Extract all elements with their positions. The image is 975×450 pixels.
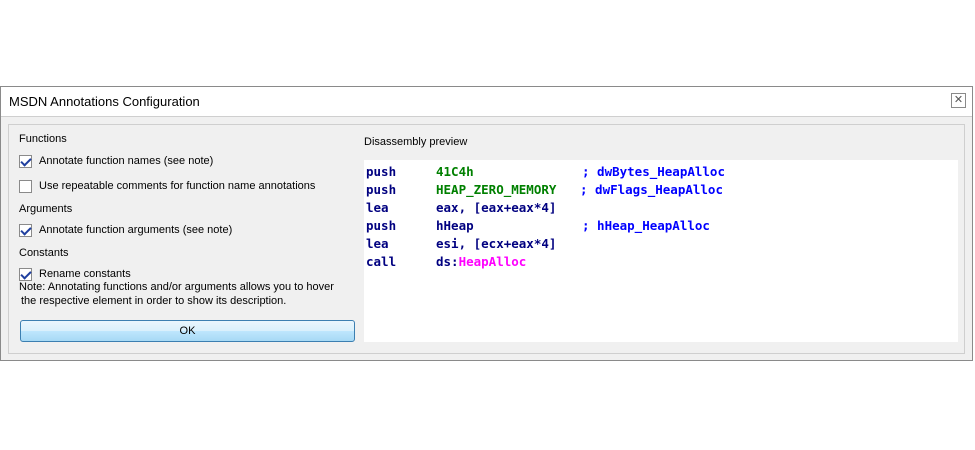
rename-constants-label: Rename constants — [39, 268, 131, 280]
close-button[interactable]: ✕ — [951, 93, 966, 108]
annotate-function-arguments-option[interactable]: Annotate function arguments (see note) — [19, 222, 232, 238]
disasm-operand: hHeap — [436, 217, 474, 234]
disasm-mnemonic: push — [366, 164, 397, 179]
repeatable-comments-option[interactable]: Use repeatable comments for function nam… — [19, 178, 315, 194]
note-line-1: Note: Annotating functions and/or argume… — [19, 281, 334, 293]
disasm-comment: ; dwFlags_HeapAlloc — [580, 182, 723, 197]
disasm-mnemonic: push — [366, 218, 397, 233]
disasm-operand: 41C4h — [436, 163, 474, 180]
disasm-mnemonic: lea — [366, 200, 389, 215]
disasm-comment: ; hHeap_HeapAlloc — [582, 218, 710, 233]
disassembly-preview: push 41C4h; dwBytes_HeapAlloc push HEAP_ZER… — [364, 160, 958, 342]
note-line-2: the respective element in order to show … — [21, 295, 287, 307]
disasm-operand: esi, [ecx+eax*4] — [436, 235, 556, 252]
title-bar: MSDN Annotations Configuration ✕ — [1, 87, 972, 117]
annotate-function-arguments-checkbox[interactable] — [19, 223, 32, 237]
disasm-operand-value: HeapAlloc — [458, 254, 527, 269]
msdn-annotations-dialog: MSDN Annotations Configuration ✕ Functio… — [0, 86, 973, 361]
functions-section-label: Functions — [19, 133, 67, 145]
disasm-mnemonic: lea — [366, 236, 389, 251]
disasm-operand: eax, [eax+eax*4] — [436, 199, 556, 216]
disasm-operand-value: 41C4h — [436, 164, 474, 179]
disasm-comment: ; dwBytes_HeapAlloc — [582, 164, 725, 179]
constants-section-label: Constants — [19, 247, 69, 259]
ok-button[interactable]: OK — [20, 320, 355, 342]
disasm-operand-value: HEAP_ZERO_MEMORY — [436, 182, 557, 197]
annotate-function-names-checkbox[interactable] — [19, 154, 32, 168]
rename-constants-checkbox[interactable] — [19, 267, 32, 281]
disassembly-preview-label: Disassembly preview — [364, 136, 468, 148]
window-title: MSDN Annotations Configuration — [9, 94, 200, 109]
repeatable-comments-label: Use repeatable comments for function nam… — [39, 180, 316, 192]
arguments-section-label: Arguments — [19, 203, 73, 215]
annotate-function-names-option[interactable]: Annotate function names (see note) — [19, 153, 213, 169]
disasm-operand-value: eax, [eax+eax*4] — [436, 200, 557, 215]
disasm-operand-value: esi, [ecx+eax*4] — [436, 236, 557, 251]
options-panel: Functions Annotate function names (see n… — [19, 125, 359, 353]
disasm-operand-prefix: ds: — [436, 254, 459, 269]
close-icon: ✕ — [953, 94, 964, 106]
disasm-operand-value: hHeap — [436, 218, 474, 233]
repeatable-comments-checkbox[interactable] — [19, 179, 32, 193]
disasm-mnemonic: push — [366, 182, 397, 197]
annotate-function-names-label: Annotate function names (see note) — [39, 155, 214, 167]
disasm-operand: ds:HeapAlloc — [436, 253, 526, 270]
dialog-content: Functions Annotate function names (see n… — [8, 124, 965, 354]
note-text: Note: Annotating functions and/or argume… — [19, 280, 359, 308]
disasm-mnemonic: call — [366, 254, 397, 269]
annotate-function-arguments-label: Annotate function arguments (see note) — [39, 224, 233, 236]
disasm-operand: HEAP_ZERO_MEMORY — [436, 181, 556, 198]
